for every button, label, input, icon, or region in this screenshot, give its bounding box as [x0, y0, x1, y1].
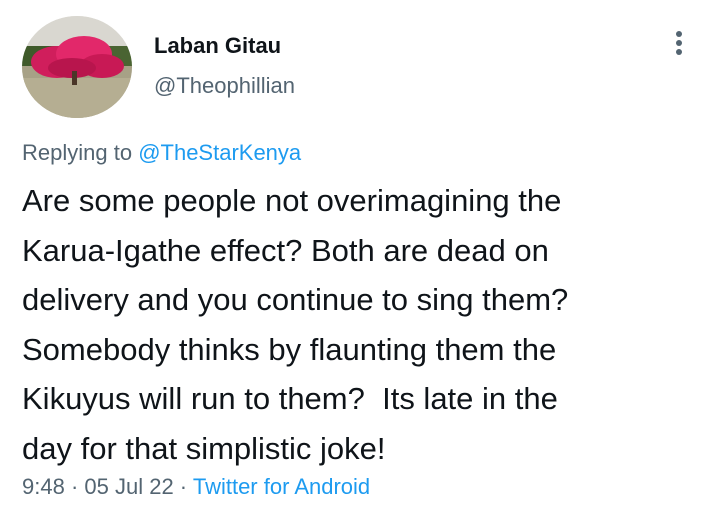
meta-separator: · [173, 474, 193, 499]
replying-to-label: Replying to [22, 140, 139, 165]
avatar[interactable] [22, 16, 132, 118]
display-name[interactable]: Laban Gitau [154, 33, 281, 59]
replying-to: Replying to @TheStarKenya [22, 140, 301, 166]
tweet-meta: 9:48 · 05 Jul 22 · Twitter for Android [22, 474, 370, 500]
tweet-time-link[interactable]: 9:48 [22, 474, 65, 499]
tweet-card: Laban Gitau @Theophillian Replying to @T… [0, 0, 720, 520]
tweet-text: Are some people not overimagining the Ka… [22, 176, 712, 473]
meta-separator: · [64, 474, 85, 499]
tweet-source-link[interactable]: Twitter for Android [193, 474, 370, 499]
more-vertical-icon [676, 31, 682, 55]
tweet-text-line: Kikuyus will run to them? Its late in th… [22, 381, 558, 416]
tweet-text-line: Are some people not overimagining the [22, 183, 562, 218]
tweet-date-link[interactable]: 05 Jul 22 [84, 474, 173, 499]
tweet-text-line: delivery and you continue to sing them? [22, 282, 569, 317]
reply-mention-link[interactable]: @TheStarKenya [138, 140, 301, 165]
more-options-button[interactable] [666, 26, 692, 60]
tweet-text-line: Karua-Igathe effect? Both are dead on [22, 232, 549, 268]
user-handle[interactable]: @Theophillian [154, 73, 295, 99]
avatar-photo-red-tree [22, 16, 132, 118]
tweet-text-line: day for that simplistic joke! [22, 430, 386, 466]
tweet-text-line: Somebody thinks by flaunting them the [22, 331, 557, 367]
